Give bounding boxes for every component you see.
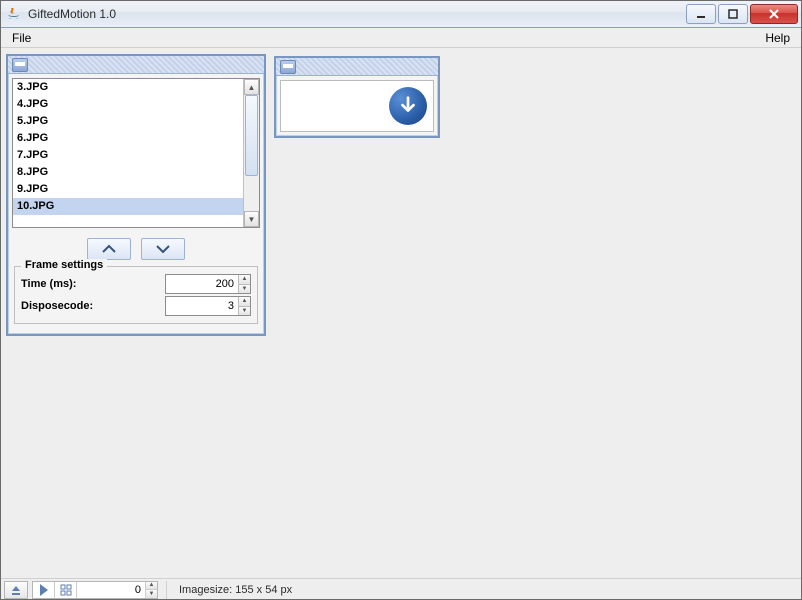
file-list: 3.JPG4.JPG5.JPG6.JPG7.JPG8.JPG9.JPG10.JP… (12, 78, 260, 228)
dispose-up-button[interactable]: ▲ (238, 297, 250, 306)
eject-button[interactable] (4, 581, 28, 599)
app-icon (6, 6, 22, 22)
frame-settings-group: Frame settings Time (ms): ▲ ▼ Disposecod… (14, 266, 258, 324)
scrollbar[interactable]: ▲ ▼ (243, 79, 259, 227)
move-up-button[interactable] (87, 238, 131, 260)
dispose-input[interactable] (166, 297, 238, 315)
play-button[interactable] (33, 582, 55, 598)
menubar: File Help (0, 28, 802, 48)
window-icon (280, 60, 296, 74)
file-item[interactable]: 6.JPG (13, 130, 243, 147)
grid-button[interactable] (55, 582, 77, 598)
dispose-down-button[interactable]: ▼ (238, 306, 250, 316)
scroll-track[interactable] (244, 95, 259, 211)
file-item[interactable]: 7.JPG (13, 147, 243, 164)
dispose-spinner[interactable]: ▲ ▼ (165, 296, 251, 316)
frames-panel: 3.JPG4.JPG5.JPG6.JPG7.JPG8.JPG9.JPG10.JP… (6, 54, 266, 336)
time-down-button[interactable]: ▼ (238, 284, 250, 294)
preview-canvas (280, 80, 434, 132)
statusbar: ▲ ▼ Imagesize: 155 x 54 px (0, 578, 802, 600)
statusbar-separator (166, 581, 167, 599)
scroll-thumb[interactable] (245, 95, 258, 176)
maximize-button[interactable] (718, 4, 748, 24)
move-down-button[interactable] (141, 238, 185, 260)
client-area: 3.JPG4.JPG5.JPG6.JPG7.JPG8.JPG9.JPG10.JP… (0, 48, 802, 578)
frame-index-down-button[interactable]: ▼ (145, 589, 157, 598)
preview-panel-titlebar[interactable] (276, 58, 438, 76)
file-item[interactable]: 4.JPG (13, 96, 243, 113)
preview-panel (274, 56, 440, 138)
file-item[interactable]: 5.JPG (13, 113, 243, 130)
time-spinner[interactable]: ▲ ▼ (165, 274, 251, 294)
time-label: Time (ms): (21, 278, 165, 290)
close-button[interactable] (750, 4, 798, 24)
dispose-label: Disposecode: (21, 300, 165, 312)
play-icon (39, 584, 49, 596)
chevron-up-icon (101, 242, 117, 256)
window-icon (12, 58, 28, 72)
playback-group: ▲ ▼ (32, 581, 158, 599)
time-up-button[interactable]: ▲ (238, 275, 250, 284)
chevron-down-icon (155, 242, 171, 256)
frame-settings-legend: Frame settings (21, 259, 107, 271)
file-item[interactable]: 8.JPG (13, 164, 243, 181)
scroll-up-button[interactable]: ▲ (244, 79, 259, 95)
frames-panel-titlebar[interactable] (8, 56, 264, 74)
time-input[interactable] (166, 275, 238, 293)
scroll-down-button[interactable]: ▼ (244, 211, 259, 227)
download-arrow-icon (389, 87, 427, 125)
grid-icon (60, 584, 72, 596)
window-title: GiftedMotion 1.0 (28, 7, 684, 21)
window-controls (684, 4, 798, 24)
file-item[interactable]: 3.JPG (13, 79, 243, 96)
status-text: Imagesize: 155 x 54 px (175, 584, 292, 596)
eject-icon (10, 584, 22, 596)
file-item[interactable]: 10.JPG (13, 198, 243, 215)
minimize-button[interactable] (686, 4, 716, 24)
menu-help[interactable]: Help (759, 29, 796, 47)
window-titlebar: GiftedMotion 1.0 (0, 0, 802, 28)
frame-index-input[interactable] (77, 584, 145, 596)
frame-index-up-button[interactable]: ▲ (145, 582, 157, 590)
file-item[interactable]: 9.JPG (13, 181, 243, 198)
menu-file[interactable]: File (6, 29, 37, 47)
